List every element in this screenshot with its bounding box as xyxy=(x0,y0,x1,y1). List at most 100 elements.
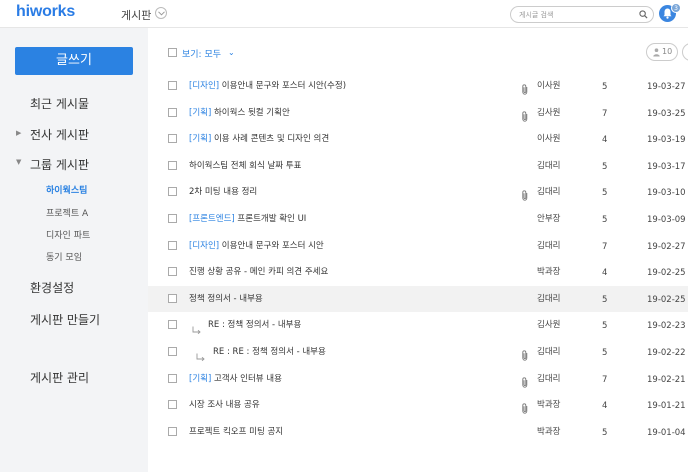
post-title-text[interactable]: 이용안내 문구와 포스터 시안(수정) xyxy=(219,81,346,91)
post-category-tag[interactable]: [디자인] xyxy=(189,241,219,251)
post-title-text[interactable]: 프론트개발 확인 UI xyxy=(235,214,306,224)
sidebar-subitem-design-part[interactable]: 디자인 파트 xyxy=(46,228,90,241)
attachment-icon[interactable] xyxy=(521,346,529,365)
sidebar-item-create-board[interactable]: 게시판 만들기 xyxy=(30,311,100,328)
post-view-count: 5 xyxy=(602,161,608,172)
post-checkbox[interactable] xyxy=(168,373,177,383)
sidebar-subitem-hiworks-team[interactable]: 하이웍스팀 xyxy=(46,183,87,196)
sidebar-item-recent-posts[interactable]: 최근 게시물 xyxy=(30,95,89,112)
post-row[interactable]: 2차 미팅 내용 정리 김대리 5 19-03-10 xyxy=(148,179,688,205)
attachment-icon[interactable] xyxy=(521,186,529,205)
board-menu-dropdown-icon[interactable] xyxy=(155,7,167,19)
post-checkbox[interactable] xyxy=(168,426,177,436)
search-input[interactable] xyxy=(519,8,637,21)
post-title-text[interactable]: 하이웍스 뒷컬 기획안 xyxy=(211,108,290,118)
post-view-count: 5 xyxy=(602,82,608,92)
post-author: 김대리 xyxy=(537,373,561,384)
post-title[interactable]: [디자인] 이용안내 문구와 포스터 시안 xyxy=(189,239,324,251)
post-checkbox[interactable] xyxy=(168,187,177,197)
post-title[interactable]: [기획] 이용 사례 콘텐츠 및 디자인 의견 xyxy=(189,132,329,144)
select-all-checkbox[interactable] xyxy=(168,48,177,57)
post-view-count: 4 xyxy=(602,268,608,279)
post-checkbox[interactable] xyxy=(168,320,177,330)
post-title[interactable]: [디자인] 이용안내 문구와 포스터 시안(수정) xyxy=(189,79,346,91)
write-post-button[interactable]: 글쓰기 xyxy=(15,47,133,75)
list-mode-toggle[interactable] xyxy=(682,43,688,61)
sidebar-item-manage-board[interactable]: 게시판 관리 xyxy=(30,369,89,386)
top-header: hiworks 게시판 3 xyxy=(0,0,688,28)
post-checkbox[interactable] xyxy=(168,293,177,303)
post-title-text[interactable]: 이용안내 문구와 포스터 시안 xyxy=(219,241,324,251)
post-checkbox[interactable] xyxy=(168,160,177,170)
post-title-text[interactable]: 2차 미팅 내용 정리 xyxy=(189,187,257,197)
post-title-text[interactable]: 이용 사례 콘텐츠 및 디자인 의견 xyxy=(211,134,329,144)
post-date: 19-03-25 xyxy=(647,108,686,119)
post-row[interactable]: [기획] 하이웍스 뒷컬 기획안 김사원 7 19-03-25 xyxy=(148,100,688,126)
post-category-tag[interactable]: [기획] xyxy=(189,108,211,118)
post-checkbox[interactable] xyxy=(168,240,177,250)
sidebar-subitem-project-a[interactable]: 프로젝트 A xyxy=(46,206,88,219)
post-title[interactable]: [기획] 고객사 인터뷰 내용 xyxy=(189,372,282,384)
post-title-text[interactable]: 진행 상황 공유 - 메인 카피 의견 주세요 xyxy=(189,267,328,277)
post-row[interactable]: 하이웍스팀 전체 회식 날짜 투표 김대리 5 19-03-17 xyxy=(148,153,688,179)
post-title[interactable]: RE : 정책 정의서 - 내부용 xyxy=(208,318,301,330)
post-title-text[interactable]: 정책 정의서 - 내부용 xyxy=(189,294,263,304)
post-title-text[interactable]: 시장 조사 내용 공유 xyxy=(189,400,260,410)
collapse-arrow-icon[interactable]: ▼ xyxy=(16,158,21,166)
search-icon[interactable] xyxy=(639,10,648,19)
attachment-icon[interactable] xyxy=(521,80,529,99)
post-title-text[interactable]: RE : 정책 정의서 - 내부용 xyxy=(208,320,301,330)
post-title[interactable]: 진행 상황 공유 - 메인 카피 의견 주세요 xyxy=(189,265,328,277)
post-title-text[interactable]: 프로젝트 킥오프 미팅 공지 xyxy=(189,427,283,437)
post-row[interactable]: RE : RE : 정책 정의서 - 내부용 김대리 5 19-02-22 xyxy=(148,339,688,365)
post-title[interactable]: [기획] 하이웍스 뒷컬 기획안 xyxy=(189,106,290,118)
post-category-tag[interactable]: [기획] xyxy=(189,134,211,144)
post-checkbox[interactable] xyxy=(168,134,177,144)
post-checkbox[interactable] xyxy=(168,347,177,356)
hiworks-logo[interactable]: hiworks xyxy=(16,3,75,21)
page-size-selector[interactable]: 10 xyxy=(646,43,678,61)
attachment-icon[interactable] xyxy=(521,399,529,418)
post-row[interactable]: 프로젝트 킥오프 미팅 공지 박과장 5 19-01-04 xyxy=(148,419,688,445)
chevron-down-icon[interactable]: ⌄ xyxy=(228,48,235,57)
post-row[interactable]: [기획] 이용 사례 콘텐츠 및 디자인 의견 이사원 4 19-03-19 xyxy=(148,126,688,152)
post-title[interactable]: [프론트엔드] 프론트개발 확인 UI xyxy=(189,212,306,224)
post-row[interactable]: 시장 조사 내용 공유 박과장 4 19-01-21 xyxy=(148,392,688,418)
sidebar-item-company-board[interactable]: 전사 게시판 xyxy=(30,126,89,143)
post-date: 19-03-17 xyxy=(647,161,686,172)
post-row[interactable]: RE : 정책 정의서 - 내부용 김사원 5 19-02-23 xyxy=(148,312,688,338)
post-row[interactable]: [기획] 고객사 인터뷰 내용 김대리 7 19-02-21 xyxy=(148,366,688,392)
attachment-icon[interactable] xyxy=(521,107,529,126)
post-title[interactable]: 2차 미팅 내용 정리 xyxy=(189,185,257,197)
board-menu-title[interactable]: 게시판 xyxy=(121,7,151,23)
post-row[interactable]: 정책 정의서 - 내부용 김대리 5 19-02-25 xyxy=(148,285,688,312)
attachment-icon[interactable] xyxy=(521,373,529,392)
sidebar-subitem-alumni-group[interactable]: 동기 모임 xyxy=(46,250,82,263)
post-checkbox[interactable] xyxy=(168,267,177,277)
sidebar-item-group-board[interactable]: 그룹 게시판 xyxy=(30,156,89,173)
post-title[interactable]: 시장 조사 내용 공유 xyxy=(189,398,260,410)
post-author: 김사원 xyxy=(537,107,561,118)
post-title-text[interactable]: 고객사 인터뷰 내용 xyxy=(211,374,282,384)
post-title[interactable]: RE : RE : 정책 정의서 - 내부용 xyxy=(213,345,326,357)
view-filter-dropdown[interactable]: 보기: 모두 xyxy=(182,47,221,60)
post-title[interactable]: 프로젝트 킥오프 미팅 공지 xyxy=(189,425,283,437)
post-checkbox[interactable] xyxy=(168,214,177,223)
post-title-text[interactable]: RE : RE : 정책 정의서 - 내부용 xyxy=(213,347,326,357)
post-title[interactable]: 정책 정의서 - 내부용 xyxy=(189,292,263,304)
post-category-tag[interactable]: [기획] xyxy=(189,374,211,384)
post-author: 이사원 xyxy=(537,81,561,91)
post-checkbox[interactable] xyxy=(168,400,177,410)
expand-arrow-icon[interactable]: ▶ xyxy=(16,129,21,137)
post-row[interactable]: [프론트엔드] 프론트개발 확인 UI 안부장 5 19-03-09 xyxy=(148,206,688,232)
post-row[interactable]: 진행 상황 공유 - 메인 카피 의견 주세요 박과장 4 19-02-25 xyxy=(148,259,688,285)
post-category-tag[interactable]: [프론트엔드] xyxy=(189,214,235,224)
sidebar-item-settings[interactable]: 환경설정 xyxy=(30,279,74,296)
post-checkbox[interactable] xyxy=(168,107,177,117)
post-checkbox[interactable] xyxy=(168,81,177,90)
post-row[interactable]: [디자인] 이용안내 문구와 포스터 시안(수정) 이사원 5 19-03-27 xyxy=(148,73,688,99)
post-category-tag[interactable]: [디자인] xyxy=(189,81,219,91)
post-row[interactable]: [디자인] 이용안내 문구와 포스터 시안 김대리 7 19-02-27 xyxy=(148,233,688,259)
post-title-text[interactable]: 하이웍스팀 전체 회식 날짜 투표 xyxy=(189,161,301,171)
post-title[interactable]: 하이웍스팀 전체 회식 날짜 투표 xyxy=(189,159,301,171)
